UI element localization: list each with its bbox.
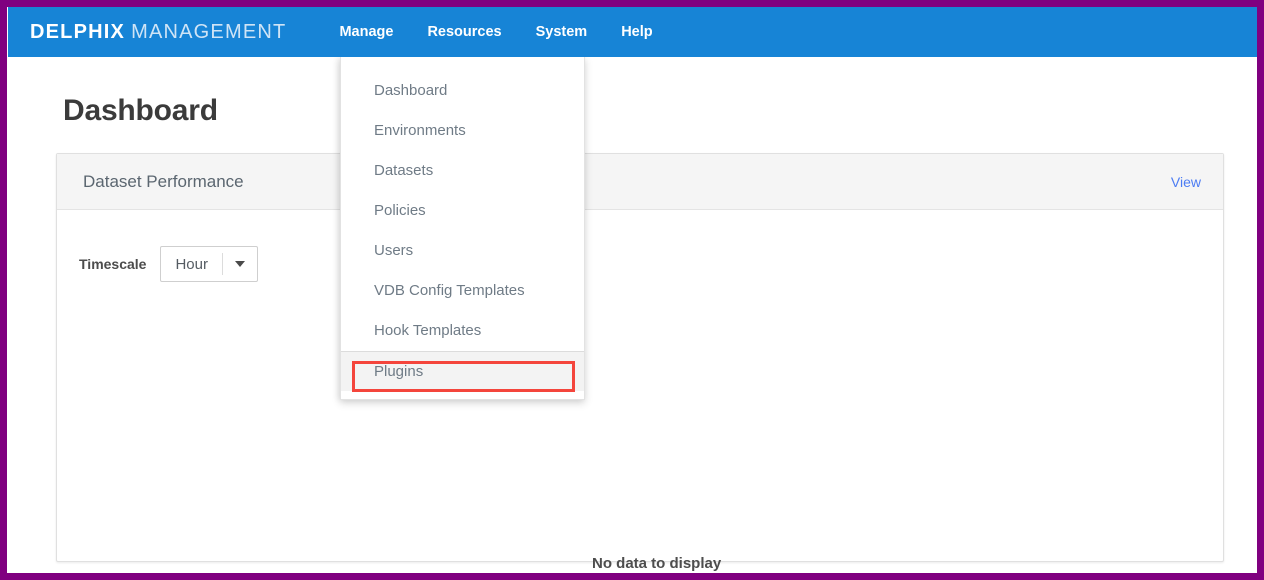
empty-state-message: No data to display (592, 555, 721, 572)
card-body: Timescale Hour No data to display (57, 210, 1223, 561)
menu-item-users[interactable]: Users (341, 231, 584, 271)
menu-item-environments[interactable]: Environments (341, 111, 584, 151)
menu-item-datasets[interactable]: Datasets (341, 151, 584, 191)
menu-item-plugins[interactable]: Plugins (341, 351, 584, 391)
nav-item-help[interactable]: Help (604, 7, 669, 57)
menu-item-vdb-config-templates[interactable]: VDB Config Templates (341, 271, 584, 311)
chevron-down-icon[interactable] (223, 261, 257, 267)
page-content: Dashboard Dataset Performance View Times… (8, 57, 1257, 573)
timescale-select[interactable]: Hour (160, 246, 258, 282)
page-title: Dashboard (63, 94, 218, 128)
nav-item-system[interactable]: System (519, 7, 605, 57)
app-window: DELPHIX MANAGEMENT Manage Resources Syste… (0, 0, 1264, 580)
menu-item-hook-templates[interactable]: Hook Templates (341, 311, 584, 351)
view-link[interactable]: View (1171, 174, 1201, 190)
brand-name-strong: DELPHIX (30, 21, 125, 43)
menu-item-policies[interactable]: Policies (341, 191, 584, 231)
brand-logo: DELPHIX MANAGEMENT (30, 21, 286, 44)
dataset-performance-card: Dataset Performance View Timescale Hour … (56, 153, 1224, 562)
primary-nav-items: Manage Resources System Help (322, 7, 669, 57)
timescale-label: Timescale (79, 256, 146, 272)
brand-name-light: MANAGEMENT (131, 21, 286, 43)
nav-item-manage[interactable]: Manage (322, 7, 410, 57)
menu-item-dashboard[interactable]: Dashboard (341, 71, 584, 111)
nav-item-resources[interactable]: Resources (410, 7, 518, 57)
card-header: Dataset Performance View (57, 154, 1223, 210)
top-navigation-bar: DELPHIX MANAGEMENT Manage Resources Syste… (8, 7, 1257, 57)
card-title: Dataset Performance (83, 172, 244, 192)
timescale-selected-value: Hour (161, 256, 222, 273)
timescale-control: Timescale Hour (79, 246, 258, 282)
manage-dropdown-menu: Dashboard Environments Datasets Policies… (340, 57, 585, 400)
